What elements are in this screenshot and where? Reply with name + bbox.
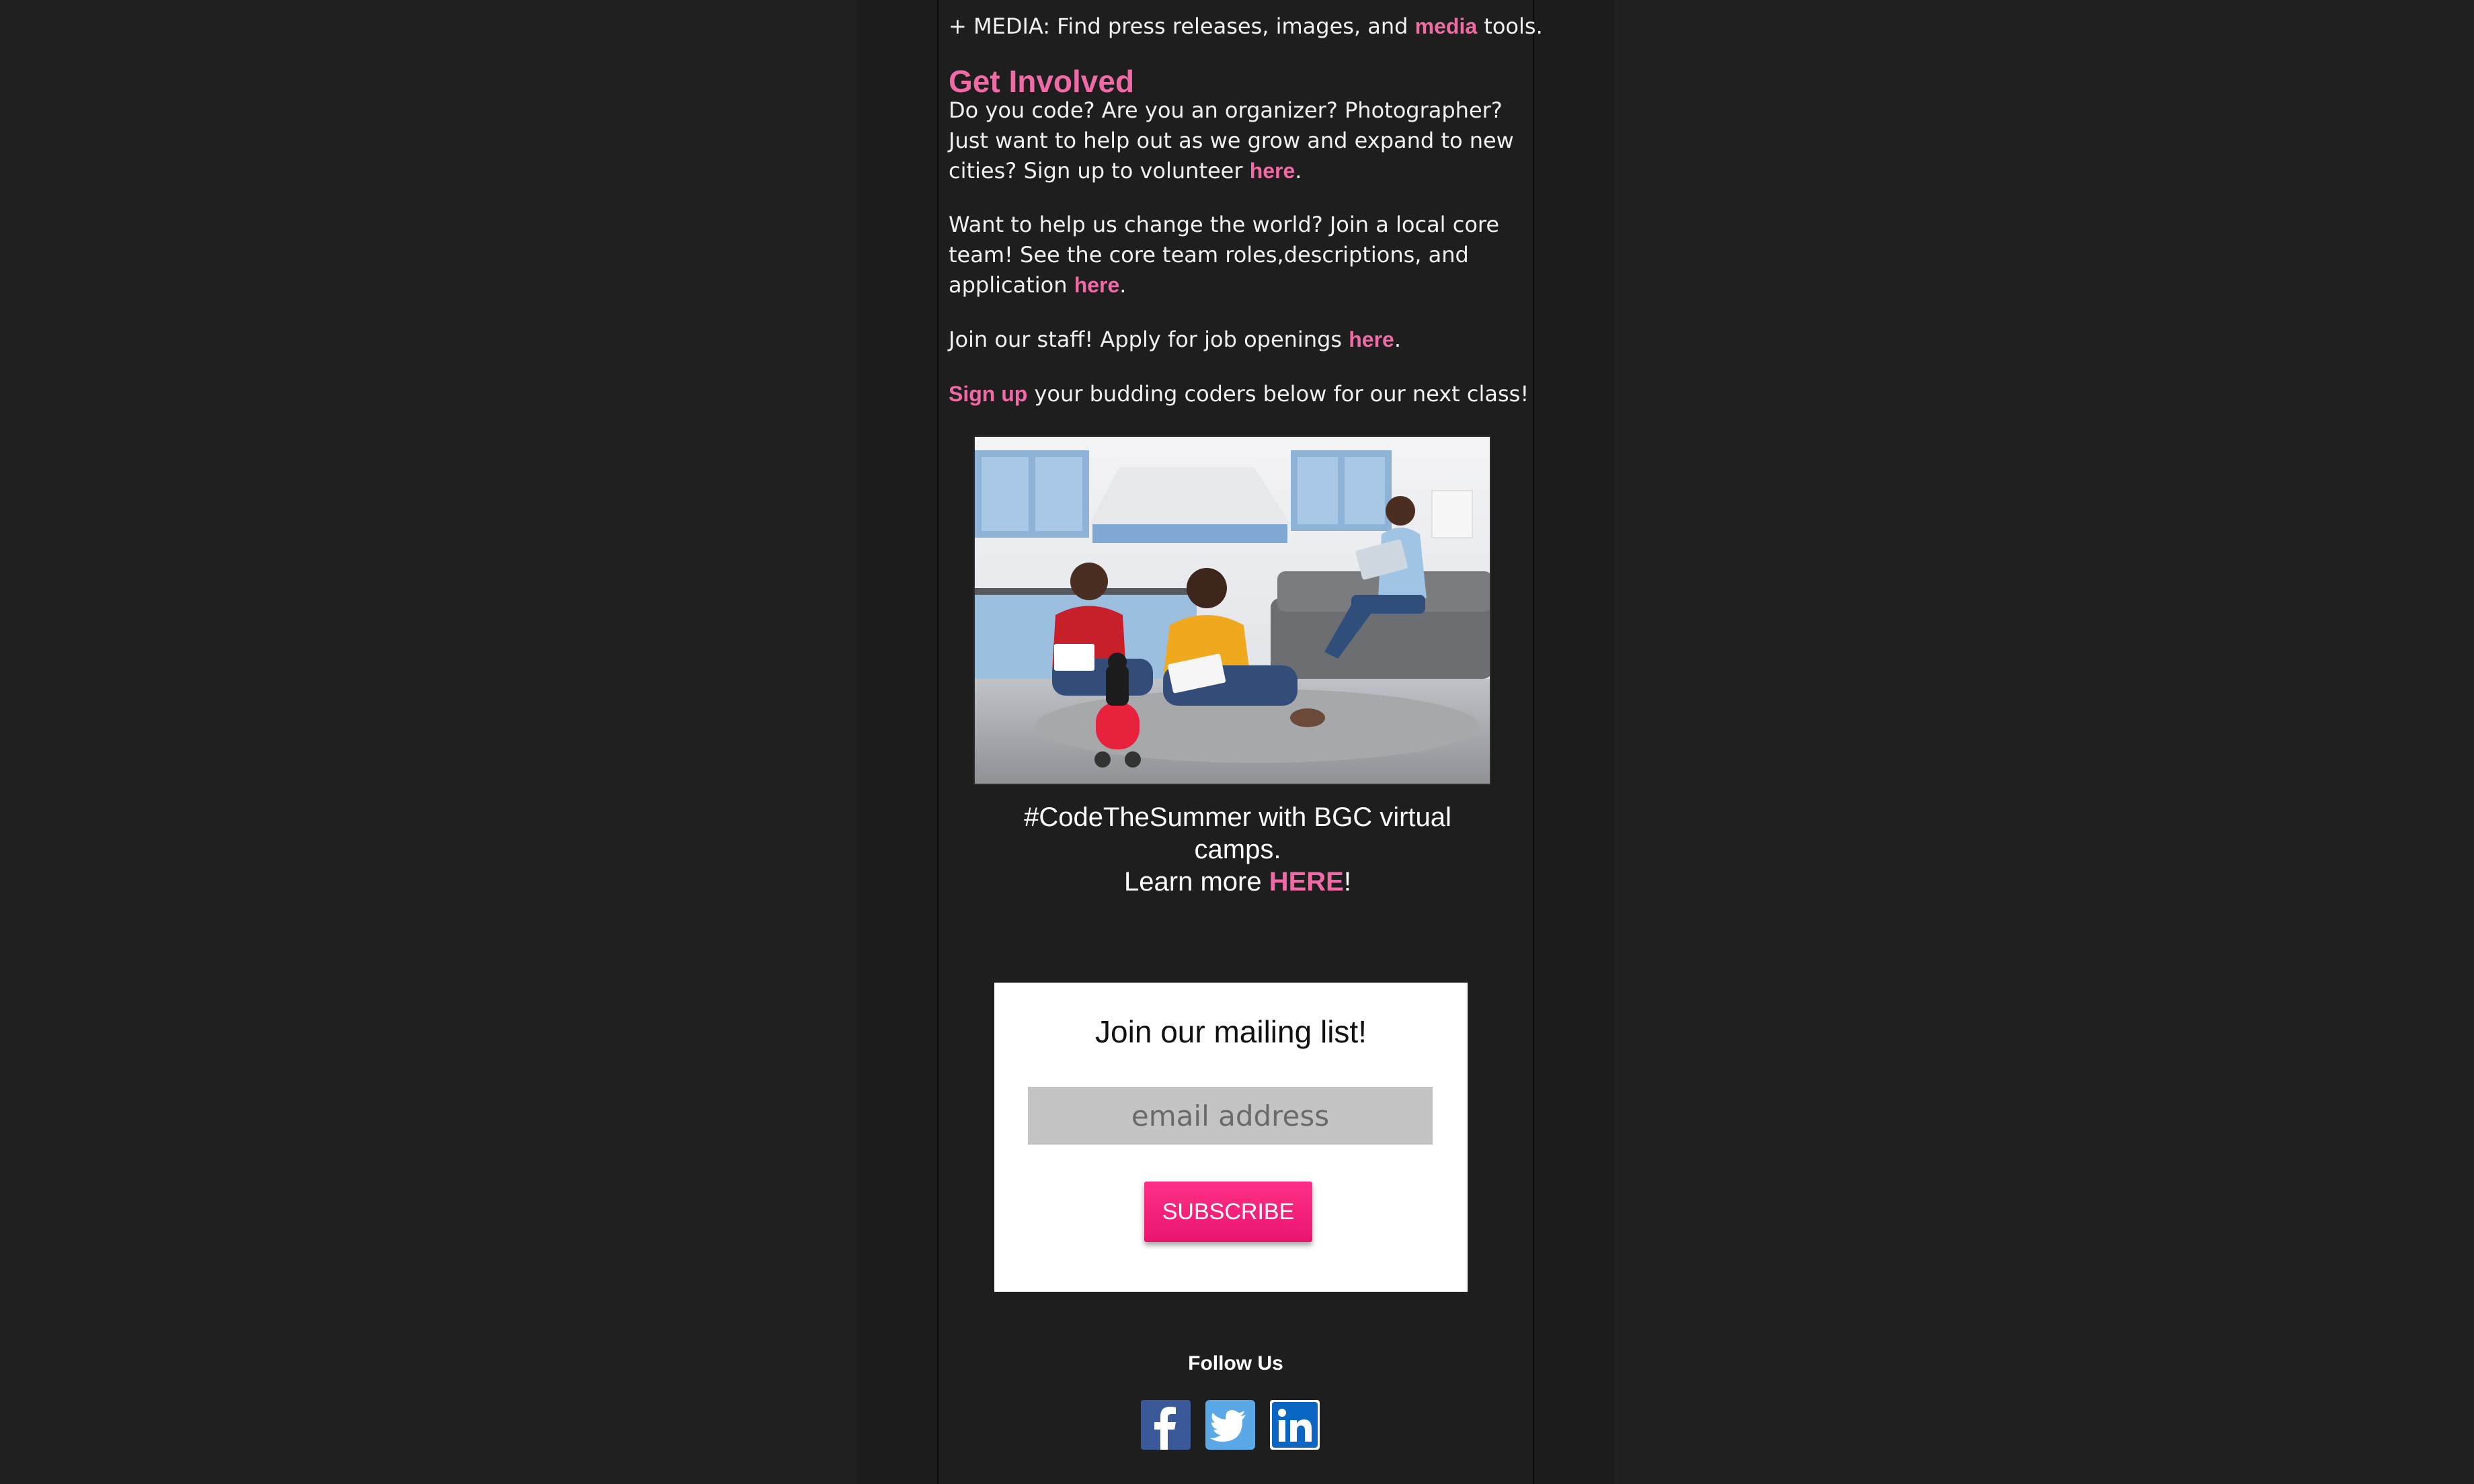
email-address-input[interactable]: [1028, 1087, 1433, 1145]
get-involved-heading: Get Involved: [949, 64, 1135, 99]
mailing-list-title: Join our mailing list!: [1095, 1014, 1367, 1049]
promo-caption: #CodeTheSummer with BGC virtual camps. L…: [949, 801, 1527, 898]
volunteer-paragraph: Do you code? Are you an organizer? Photo…: [949, 95, 1527, 186]
promo-caption-line1: #CodeTheSummer with BGC virtual camps.: [1024, 802, 1451, 864]
promo-caption-line2: Learn more HERE!: [949, 866, 1527, 898]
media-suffix: tools.: [1477, 13, 1543, 39]
linkedin-icon[interactable]: [1270, 1400, 1320, 1450]
staff-paragraph: Join our staff! Apply for job openings h…: [949, 325, 1527, 355]
volunteer-period: .: [1295, 158, 1302, 183]
core-team-text: Want to help us change the world? Join a…: [949, 212, 1500, 298]
promo-learn-more-text: Learn more: [1124, 867, 1269, 897]
subscribe-button[interactable]: SUBSCRIBE: [1144, 1182, 1312, 1242]
signup-link[interactable]: Sign up: [949, 382, 1027, 406]
media-text: + MEDIA: Find press releases, images, an…: [949, 13, 1415, 39]
staff-link[interactable]: here: [1349, 327, 1394, 352]
left-shade: [856, 0, 937, 1484]
core-team-period: .: [1119, 272, 1127, 298]
staff-period: .: [1394, 327, 1402, 352]
promo-photo[interactable]: [973, 436, 1491, 785]
volunteer-link[interactable]: here: [1250, 159, 1295, 183]
signup-paragraph: Sign up your budding coders below for ou…: [949, 379, 1540, 409]
twitter-icon[interactable]: [1205, 1400, 1255, 1450]
social-links: [1141, 1400, 1320, 1451]
facebook-icon[interactable]: [1141, 1400, 1191, 1450]
media-paragraph: + MEDIA: Find press releases, images, an…: [949, 11, 1543, 42]
volunteer-text: Do you code? Are you an organizer? Photo…: [949, 97, 1514, 183]
staff-text: Join our staff! Apply for job openings: [949, 327, 1349, 352]
promo-here-link[interactable]: HERE: [1269, 867, 1344, 897]
signup-text: your budding coders below for our next c…: [1027, 381, 1529, 407]
right-shade: [1534, 0, 1615, 1484]
core-team-paragraph: Want to help us change the world? Join a…: [949, 210, 1527, 300]
promo-exclaim: !: [1343, 867, 1351, 897]
mailing-list-box: Join our mailing list! SUBSCRIBE: [994, 983, 1468, 1292]
kids-coding-illustration: [975, 437, 1490, 784]
follow-us-title: Follow Us: [1188, 1352, 1283, 1374]
media-link[interactable]: media: [1415, 14, 1477, 38]
core-team-link[interactable]: here: [1074, 273, 1120, 297]
